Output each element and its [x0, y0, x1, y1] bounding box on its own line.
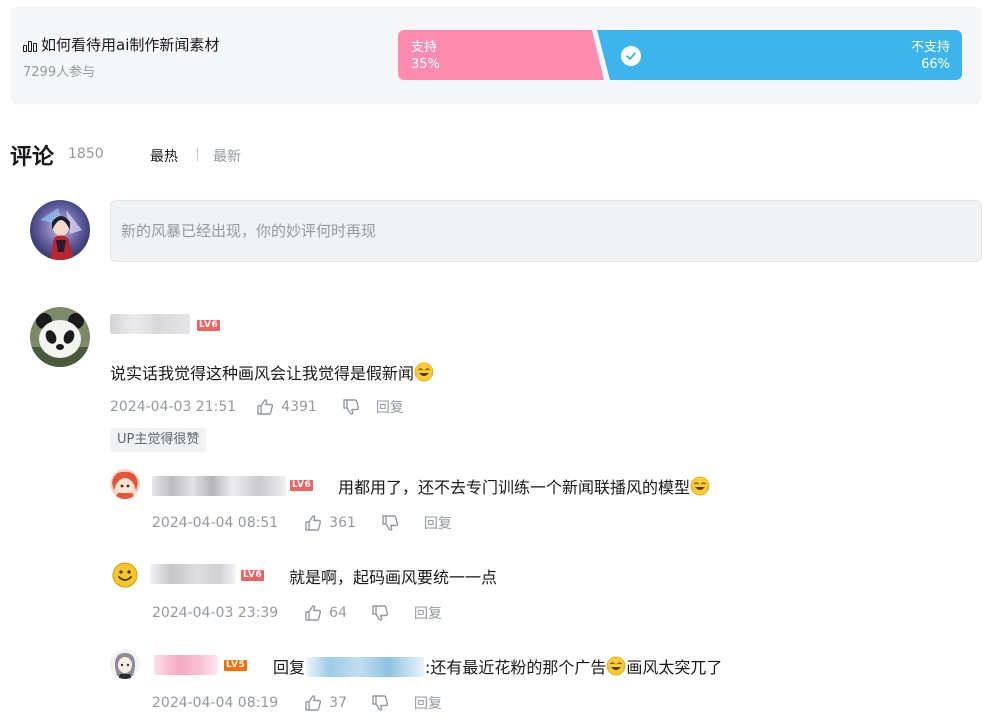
comments-title: 评论 — [10, 145, 55, 170]
like-button[interactable]: 4391 — [256, 398, 317, 416]
sort-new-tab[interactable]: 最新 — [213, 146, 241, 166]
mentioned-user-blurred[interactable] — [306, 657, 425, 677]
dislike-button[interactable] — [371, 694, 389, 712]
like-button[interactable]: 64 — [304, 604, 347, 622]
like-icon — [304, 514, 322, 532]
like-icon — [256, 398, 274, 416]
avatar[interactable] — [30, 307, 90, 367]
like-count: 361 — [329, 515, 356, 531]
reply-button[interactable]: 回复 — [376, 397, 404, 417]
reply-avatar[interactable] — [111, 561, 139, 589]
comments-count: 1850 — [68, 146, 104, 162]
dislike-icon — [381, 514, 399, 532]
reply-text-body: :还有最近花粉的那个广告 — [425, 658, 607, 677]
oppose-label: 不支持 — [910, 40, 950, 55]
support-label: 支持 — [411, 40, 438, 55]
sort-divider — [197, 148, 198, 161]
reply-time: 2024-04-04 08:51 — [152, 515, 279, 531]
up-liked-tag: UP主觉得很赞 — [110, 428, 207, 452]
comment-meta: 2024-04-03 21:51 4391 回复 — [110, 397, 404, 417]
like-count: 37 — [329, 695, 347, 711]
laugh-cry-emoji — [606, 656, 626, 676]
comment-input[interactable] — [110, 200, 982, 262]
check-icon — [621, 46, 641, 66]
like-button[interactable]: 37 — [304, 694, 347, 712]
reply-meta: 2024-04-04 08:51 361 回复 — [152, 513, 452, 533]
dislike-icon — [371, 694, 389, 712]
reply-button[interactable]: 回复 — [414, 603, 442, 623]
reply-meta: 2024-04-04 08:19 37 回复 — [152, 693, 442, 713]
my-avatar[interactable] — [30, 200, 90, 260]
vote-support-option[interactable]: 支持 35% — [398, 30, 604, 80]
sort-hot-tab[interactable]: 最热 — [150, 146, 178, 166]
bar-chart-icon — [23, 38, 37, 52]
comment-text: 说实话我觉得这种画风会让我觉得是假新闻 — [110, 360, 434, 384]
laugh-cry-emoji — [414, 362, 434, 382]
level-badge: LV5 — [224, 660, 248, 671]
like-icon — [304, 604, 322, 622]
dislike-icon — [342, 398, 360, 416]
reply-button[interactable]: 回复 — [414, 693, 442, 713]
username-blurred[interactable] — [150, 564, 236, 584]
reply-time: 2024-04-04 08:19 — [152, 695, 279, 711]
level-badge: LV6 — [241, 570, 265, 581]
reply-text: 就是啊，起码画风要统一一点 — [289, 568, 498, 587]
vote-oppose-option[interactable]: 不支持 66% — [597, 30, 962, 80]
level-badge: LV6 — [290, 480, 314, 491]
reply-text: 回复 :还有最近花粉的那个广告 画风太突兀了 — [273, 654, 722, 678]
oppose-percent: 66% — [921, 57, 950, 72]
vote-participants: 7299人参与 — [23, 65, 96, 80]
username-blurred[interactable] — [152, 476, 286, 496]
reply-prefix: 回复 — [273, 658, 306, 677]
dislike-button[interactable] — [381, 514, 399, 532]
dislike-button[interactable] — [342, 398, 360, 416]
reply-meta: 2024-04-03 23:39 64 回复 — [152, 603, 442, 623]
dislike-button[interactable] — [371, 604, 389, 622]
like-count: 64 — [329, 605, 347, 621]
like-button[interactable]: 361 — [304, 514, 356, 532]
support-percent: 35% — [411, 57, 440, 72]
level-badge: LV6 — [197, 320, 221, 331]
reply-text: 用都用了，还不去专门训练一个新闻联播风的模型 — [338, 474, 710, 498]
reply-text-suffix: 画风太突兀了 — [626, 658, 723, 677]
dislike-icon — [371, 604, 389, 622]
comment-text-body: 说实话我觉得这种画风会让我觉得是假新闻 — [110, 364, 415, 383]
vote-bar: 支持 35% 不支持 66% — [398, 30, 962, 80]
reply-button[interactable]: 回复 — [424, 513, 452, 533]
reply-avatar[interactable] — [110, 469, 140, 499]
vote-title-text: 如何看待用ai制作新闻素材 — [41, 36, 220, 54]
like-icon — [304, 694, 322, 712]
comment-time: 2024-04-03 21:51 — [110, 399, 237, 415]
username-blurred[interactable] — [154, 655, 218, 675]
reply-avatar[interactable] — [110, 649, 140, 679]
vote-card: 如何看待用ai制作新闻素材 7299人参与 支持 35% 不支持 66% — [10, 6, 982, 104]
like-count: 4391 — [281, 399, 317, 415]
vote-title: 如何看待用ai制作新闻素材 — [23, 34, 219, 55]
reply-time: 2024-04-03 23:39 — [152, 605, 279, 621]
username-blurred[interactable] — [110, 314, 190, 334]
reply-text-body: 用都用了，还不去专门训练一个新闻联播风的模型 — [338, 478, 691, 497]
laugh-cry-emoji — [690, 476, 710, 496]
